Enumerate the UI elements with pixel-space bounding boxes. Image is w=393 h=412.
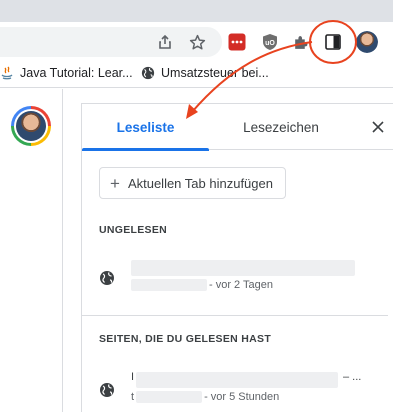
tab-reading-list[interactable]: Leseliste bbox=[82, 104, 209, 151]
divider bbox=[82, 315, 388, 316]
bookmark-item[interactable]: Java Tutorial: Lear... bbox=[0, 66, 133, 80]
avatar[interactable] bbox=[11, 106, 51, 146]
bookmark-label: Java Tutorial: Lear... bbox=[20, 66, 133, 80]
star-icon[interactable] bbox=[185, 30, 209, 54]
item-meta: - vor 2 Tagen bbox=[131, 279, 273, 291]
add-current-tab-label: Aktuellen Tab hinzufügen bbox=[127, 175, 273, 191]
list-item[interactable]: I – ... t - vor 5 Stunden bbox=[99, 370, 369, 412]
item-url-lead: t bbox=[131, 391, 135, 403]
item-url-redacted bbox=[131, 279, 207, 291]
globe-icon bbox=[99, 270, 115, 286]
item-title-lead: I bbox=[131, 371, 135, 383]
extension-lastpass-icon[interactable] bbox=[225, 30, 249, 54]
close-icon[interactable] bbox=[368, 117, 388, 137]
item-title-redacted bbox=[131, 260, 355, 276]
add-current-tab-button[interactable]: + Aktuellen Tab hinzufügen bbox=[99, 167, 286, 199]
side-panel-icon[interactable] bbox=[321, 30, 345, 54]
tab-strip bbox=[0, 0, 393, 22]
svg-text:uO: uO bbox=[265, 40, 275, 47]
item-time: - vor 5 Stunden bbox=[204, 391, 280, 403]
item-title-suffix: – ... bbox=[343, 371, 362, 383]
item-meta: t - vor 5 Stunden bbox=[131, 391, 279, 403]
tab-bookmarks[interactable]: Lesezeichen bbox=[209, 104, 353, 150]
java-icon bbox=[0, 66, 14, 80]
side-panel: Leseliste Lesezeichen + Aktuellen Tab hi… bbox=[81, 103, 393, 412]
bookmark-item[interactable]: Umsatzsteuer bei... bbox=[141, 66, 269, 80]
globe-icon bbox=[99, 382, 115, 398]
bookmark-label: Umsatzsteuer bei... bbox=[161, 66, 269, 80]
profile-avatar[interactable] bbox=[356, 31, 378, 53]
puzzle-icon[interactable] bbox=[288, 30, 312, 54]
list-item[interactable]: - vor 2 Tagen bbox=[99, 258, 369, 300]
globe-icon bbox=[141, 66, 155, 80]
item-url-redacted bbox=[136, 391, 203, 403]
panel-tabs: Leseliste Lesezeichen bbox=[82, 104, 393, 151]
section-title-unread: UNGELESEN bbox=[99, 224, 168, 236]
share-icon[interactable] bbox=[153, 30, 177, 54]
extension-ublock-icon[interactable]: uO bbox=[258, 30, 282, 54]
item-time: - vor 2 Tagen bbox=[209, 279, 274, 291]
section-title-read: SEITEN, DIE DU GELESEN HAST bbox=[99, 333, 272, 345]
item-title-redacted bbox=[136, 372, 338, 388]
plus-icon: + bbox=[110, 173, 120, 193]
